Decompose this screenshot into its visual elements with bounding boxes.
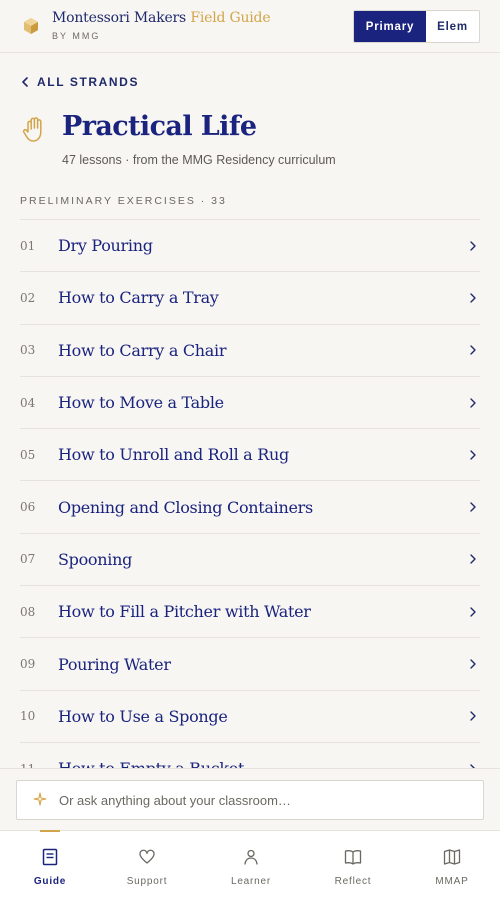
lesson-number: 02 xyxy=(20,290,36,305)
nav-label: MMAP xyxy=(435,876,469,887)
lesson-name: How to Carry a Tray xyxy=(58,288,219,308)
page-title: Practical Life xyxy=(62,111,257,142)
brand-subtitle: BY MMG xyxy=(52,31,101,41)
lesson-name: Opening and Closing Containers xyxy=(58,497,313,517)
lesson-row[interactable]: 08 How to Fill a Pitcher with Water xyxy=(20,586,480,639)
ask-bar-container xyxy=(0,768,500,830)
lesson-name: How to Move a Table xyxy=(58,393,224,413)
ask-bar[interactable] xyxy=(16,780,484,820)
lesson-name: How to Unroll and Roll a Rug xyxy=(58,445,289,465)
nav-label: Learner xyxy=(230,876,272,887)
level-elem-button[interactable]: Elem xyxy=(426,11,479,42)
lesson-row[interactable]: 07 Spooning xyxy=(20,534,480,587)
chevron-right-icon xyxy=(470,607,476,617)
guide-icon xyxy=(42,848,58,866)
lesson-name: How to Fill a Pitcher with Water xyxy=(58,602,311,622)
lesson-row[interactable]: 04 How to Move a Table xyxy=(20,377,480,430)
book-icon xyxy=(344,850,362,865)
lesson-row[interactable]: 10 How to Use a Sponge xyxy=(20,691,480,743)
nav-label: Reflect xyxy=(334,876,372,887)
nav-guide[interactable]: Guide xyxy=(0,830,100,900)
lesson-number: 09 xyxy=(20,657,36,672)
chevron-right-icon xyxy=(470,554,476,565)
lesson-number: 05 xyxy=(20,447,36,462)
lesson-number: 03 xyxy=(20,343,36,358)
lesson-row[interactable]: 06 Opening and Closing Containers xyxy=(20,481,480,534)
lesson-name: Spooning xyxy=(58,549,133,569)
nav-mmap[interactable]: MMAP xyxy=(402,831,500,900)
strand-meta: 47 lessons · from the MMG Residency curr… xyxy=(62,153,336,167)
chevron-right-icon xyxy=(470,450,476,460)
level-primary-button[interactable]: Primary xyxy=(354,11,426,42)
lesson-row[interactable]: 01 Dry Pouring xyxy=(20,220,480,273)
map-icon xyxy=(443,849,461,865)
nav-support[interactable]: Support xyxy=(97,831,197,900)
brand-accent: Field Guide xyxy=(190,10,271,26)
lesson-name: How to Use a Sponge xyxy=(58,706,228,726)
person-icon xyxy=(244,849,258,865)
lesson-number: 10 xyxy=(20,709,36,724)
lesson-name: Pouring Water xyxy=(58,654,171,674)
chevron-right-icon xyxy=(470,711,476,722)
heart-icon xyxy=(139,849,155,864)
lesson-row[interactable]: 05 How to Unroll and Roll a Rug xyxy=(20,429,480,482)
nav-reflect[interactable]: Reflect xyxy=(303,831,403,900)
chevron-right-icon xyxy=(470,397,476,408)
section-label: PRELIMINARY EXERCISES · 33 xyxy=(20,195,227,207)
chevron-right-icon xyxy=(470,293,476,303)
lesson-row[interactable]: 11How to Empty a Bucket xyxy=(20,743,480,768)
lesson-number: 08 xyxy=(20,604,36,619)
lesson-row[interactable]: 03 How to Carry a Chair xyxy=(20,325,480,377)
chevron-right-icon xyxy=(470,345,476,355)
ask-input[interactable] xyxy=(59,781,469,819)
lesson-row[interactable]: 02 How to Carry a Tray xyxy=(20,272,480,325)
lesson-number: 06 xyxy=(20,500,36,515)
nav-label: Support xyxy=(126,876,168,887)
lesson-number: 04 xyxy=(20,395,36,410)
lesson-name: How to Empty a Bucket xyxy=(58,759,244,768)
nav-active-indicator xyxy=(40,830,60,832)
level-toggle: Primary Elem xyxy=(353,10,480,43)
bottom-nav: Guide Support Learner Reflect MMAP xyxy=(0,830,500,900)
lesson-number: 07 xyxy=(20,552,36,567)
lesson-row[interactable]: 09 Pouring Water xyxy=(20,638,480,691)
all-strands-label: ALL STRANDS xyxy=(37,75,140,89)
sparkle-icon xyxy=(33,792,47,806)
brand-title: Montessori Makers Field Guide xyxy=(52,10,271,26)
lesson-name: How to Carry a Chair xyxy=(58,340,227,360)
chevron-right-icon xyxy=(470,659,476,669)
lesson-list: 01 Dry Pouring 02 How to Carry a Tray 03 How … xyxy=(20,219,480,768)
chevron-left-icon xyxy=(22,77,28,87)
nav-learner[interactable]: Learner xyxy=(201,831,301,900)
brand-name: Montessori Makers xyxy=(52,10,187,26)
chevron-right-icon xyxy=(470,502,476,512)
chevron-right-icon xyxy=(470,240,476,251)
nav-label: Guide xyxy=(33,876,67,887)
cube-logo-icon xyxy=(24,18,38,34)
app-header: Montessori Makers Field Guide BY MMG Pri… xyxy=(0,0,500,53)
lesson-number: 01 xyxy=(20,238,36,253)
lesson-name: Dry Pouring xyxy=(58,236,153,256)
all-strands-link[interactable]: ALL STRANDS xyxy=(22,75,139,89)
hand-icon xyxy=(22,117,42,142)
